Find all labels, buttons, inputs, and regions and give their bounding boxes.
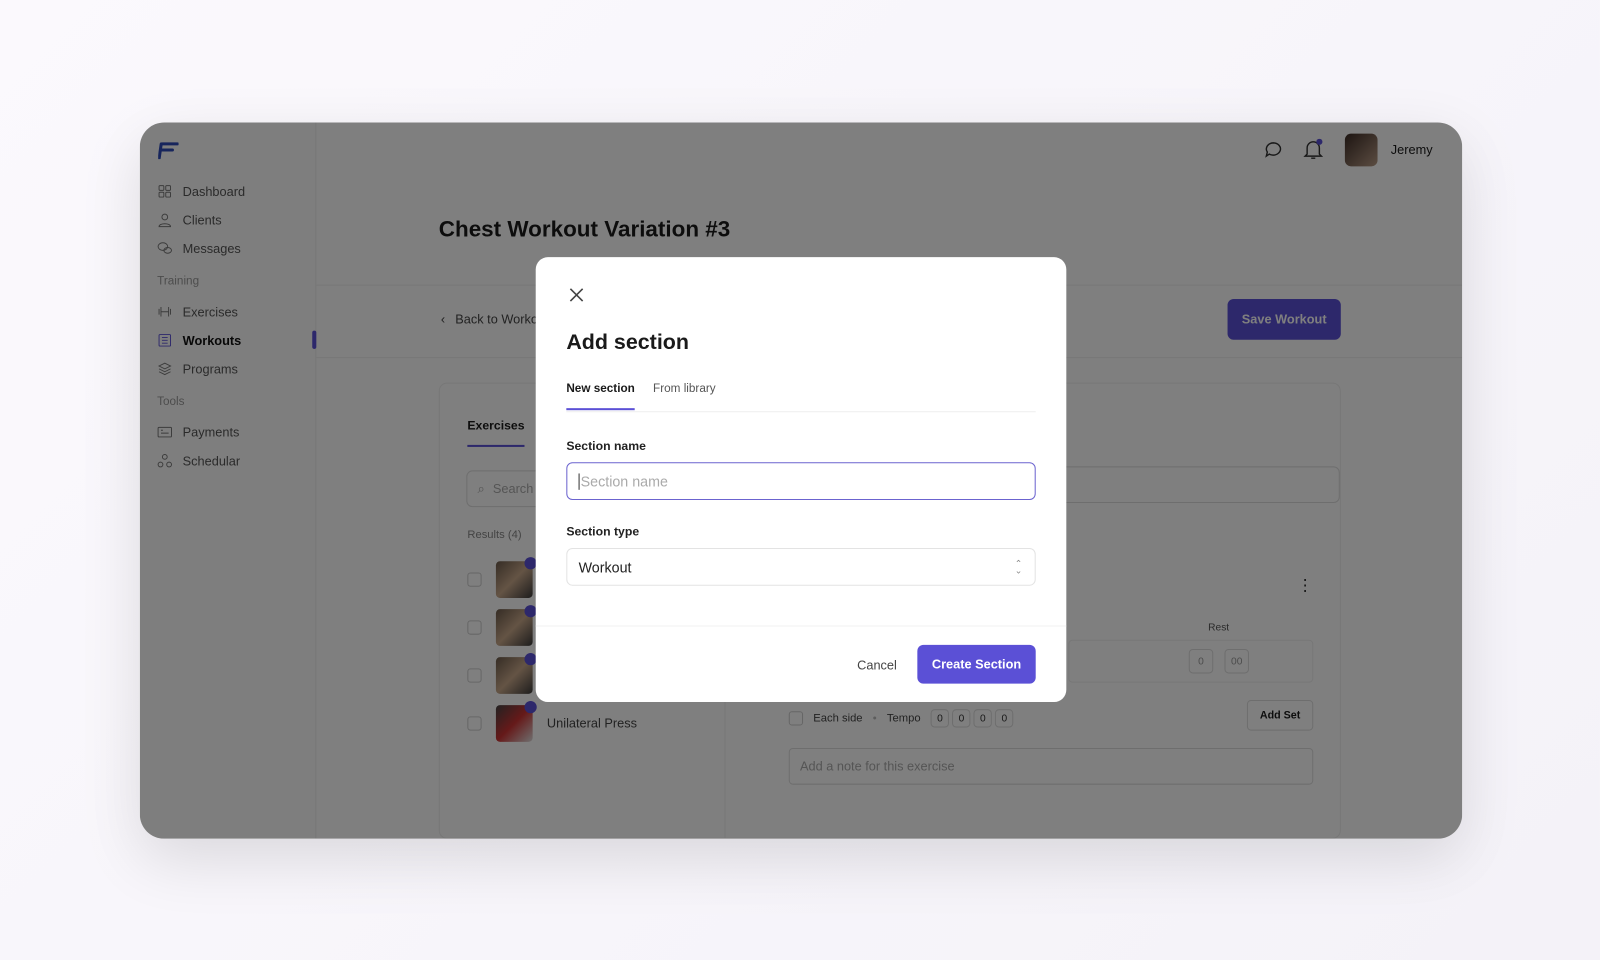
footer-divider: [535, 625, 1067, 627]
add-section-modal: Add section New section From library Sec…: [535, 257, 1067, 703]
select-chevron-icon: ⌃ ⌄: [1014, 557, 1023, 575]
close-icon[interactable]: [569, 288, 584, 302]
modal-title: Add section: [566, 330, 689, 355]
cancel-button[interactable]: Cancel: [857, 658, 897, 672]
section-type-label: Section type: [566, 524, 640, 539]
section-name-label: Section name: [566, 438, 646, 454]
section-type-select[interactable]: Workout ⌃ ⌄: [566, 547, 1036, 586]
section-type-value: Workout: [578, 558, 632, 575]
tabs-divider: [566, 411, 1036, 413]
tab-new-section[interactable]: New section: [566, 383, 635, 411]
tab-from-library[interactable]: From library: [653, 383, 716, 395]
create-section-button[interactable]: Create Section: [917, 644, 1036, 684]
section-name-placeholder: Section name: [580, 472, 668, 490]
text-cursor: [578, 472, 580, 490]
section-name-input[interactable]: Section name: [566, 462, 1036, 500]
